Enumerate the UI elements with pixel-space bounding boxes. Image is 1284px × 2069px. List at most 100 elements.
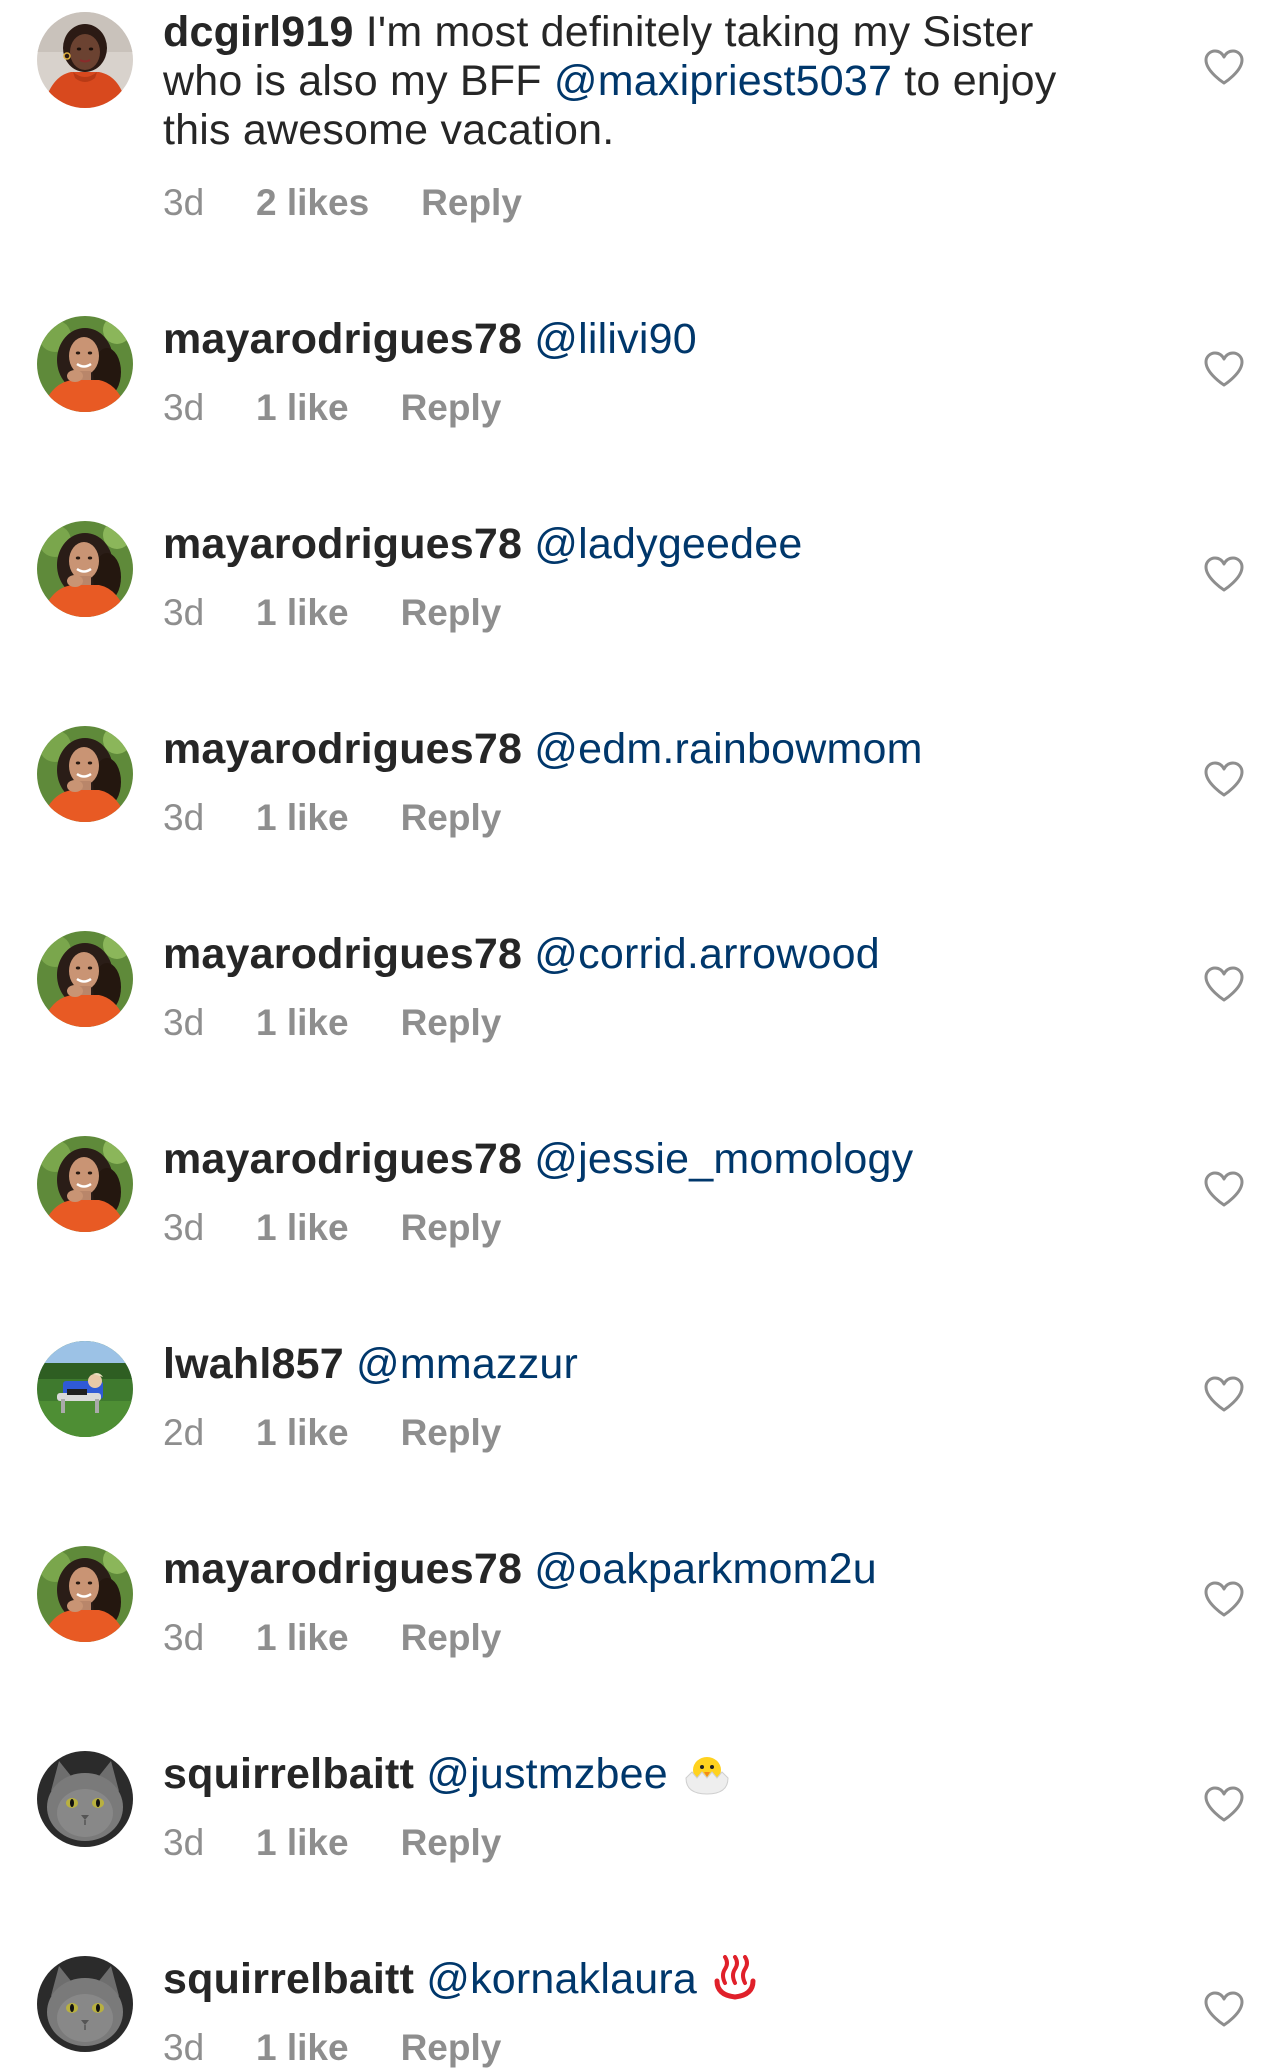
username[interactable]: squirrelbaitt (163, 1750, 414, 1798)
likes-count[interactable]: 1 like (256, 387, 349, 429)
comment-text: mayarodrigues78 @ladygeedee (163, 520, 1083, 569)
username[interactable]: mayarodrigues78 (163, 1135, 522, 1183)
comment-meta: 3d 1 like Reply (163, 1002, 501, 1044)
comment-text: lwahl857 @mmazzur (163, 1340, 1083, 1389)
timestamp: 3d (163, 1822, 205, 1863)
reply-button[interactable]: Reply (401, 1207, 502, 1249)
comment-meta: 3d 1 like Reply (163, 387, 501, 429)
likes-count[interactable]: 1 like (256, 1412, 349, 1454)
likes-count[interactable]: 1 like (256, 1822, 349, 1864)
username[interactable]: mayarodrigues78 (163, 520, 522, 568)
comment-meta: 3d 1 like Reply (163, 1617, 501, 1659)
heart-icon[interactable] (1203, 555, 1245, 593)
comment-text: dcgirl919 I'm most definitely taking my … (163, 8, 1083, 155)
reply-button[interactable]: Reply (401, 1412, 502, 1454)
comment-meta: 2d 1 like Reply (163, 1412, 501, 1454)
comment-item: mayarodrigues78 @ladygeedee 3d 1 like Repl… (0, 515, 1284, 715)
comment-meta: 3d 1 like Reply (163, 2027, 501, 2069)
mention-link[interactable]: @maxipriest5037 (554, 57, 892, 105)
hot-springs-emoji (709, 1955, 761, 2012)
mention-link[interactable]: @corrid.arrowood (534, 930, 880, 978)
likes-count[interactable]: 2 likes (256, 182, 369, 224)
comment-item: mayarodrigues78 @oakparkmom2u 3d 1 like Re… (0, 1540, 1284, 1740)
comment-item: lwahl857 @mmazzur 2d 1 like Reply (0, 1335, 1284, 1535)
heart-icon[interactable] (1203, 1785, 1245, 1823)
timestamp: 3d (163, 797, 205, 838)
timestamp: 3d (163, 1002, 205, 1043)
comment-item: mayarodrigues78 @corrid.arrowood 3d 1 lik… (0, 925, 1284, 1125)
comment-item: squirrelbaitt @justmzbee 3d 1 like Reply (0, 1745, 1284, 1945)
reply-button[interactable]: Reply (401, 387, 502, 429)
timestamp: 3d (163, 592, 205, 633)
heart-icon[interactable] (1203, 965, 1245, 1003)
avatar[interactable] (37, 1546, 133, 1642)
comment-text: squirrelbaitt @justmzbee (163, 1750, 1083, 1807)
username[interactable]: mayarodrigues78 (163, 725, 522, 773)
avatar[interactable] (37, 1136, 133, 1232)
reply-button[interactable]: Reply (401, 2027, 502, 2069)
mention-link[interactable]: @ladygeedee (534, 520, 802, 568)
timestamp: 2d (163, 1412, 205, 1453)
timestamp: 3d (163, 2027, 205, 2068)
username[interactable]: lwahl857 (163, 1340, 344, 1388)
likes-count[interactable]: 1 like (256, 2027, 349, 2069)
mention-link[interactable]: @oakparkmom2u (534, 1545, 877, 1593)
avatar[interactable] (37, 12, 133, 108)
avatar[interactable] (37, 521, 133, 617)
reply-button[interactable]: Reply (401, 1822, 502, 1864)
heart-icon[interactable] (1203, 760, 1245, 798)
reply-button[interactable]: Reply (401, 1002, 502, 1044)
heart-icon[interactable] (1203, 48, 1245, 86)
likes-count[interactable]: 1 like (256, 592, 349, 634)
comment-item: mayarodrigues78 @lilivi90 3d 1 like Reply (0, 310, 1284, 510)
avatar[interactable] (37, 1956, 133, 2052)
mention-link[interactable]: @kornaklaura (426, 1955, 697, 2003)
comment-text: mayarodrigues78 @corrid.arrowood (163, 930, 1083, 979)
likes-count[interactable]: 1 like (256, 1207, 349, 1249)
comment-list: dcgirl919 I'm most definitely taking my … (0, 0, 1284, 2068)
reply-button[interactable]: Reply (401, 1617, 502, 1659)
likes-count[interactable]: 1 like (256, 797, 349, 839)
timestamp: 3d (163, 1617, 205, 1658)
username[interactable]: squirrelbaitt (163, 1955, 414, 2003)
reply-button[interactable]: Reply (401, 797, 502, 839)
reply-button[interactable]: Reply (421, 182, 522, 224)
heart-icon[interactable] (1203, 350, 1245, 388)
mention-link[interactable]: @mmazzur (356, 1340, 578, 1388)
comment-meta: 3d 1 like Reply (163, 797, 501, 839)
likes-count[interactable]: 1 like (256, 1002, 349, 1044)
comment-meta: 3d 1 like Reply (163, 1207, 501, 1249)
heart-icon[interactable] (1203, 1580, 1245, 1618)
mention-link[interactable]: @lilivi90 (534, 315, 697, 363)
username[interactable]: mayarodrigues78 (163, 315, 522, 363)
comment-text: squirrelbaitt @kornaklaura (163, 1955, 1083, 2012)
username[interactable]: mayarodrigues78 (163, 930, 522, 978)
comment-text: mayarodrigues78 @edm.rainbowmom (163, 725, 1083, 774)
avatar[interactable] (37, 1751, 133, 1847)
reply-button[interactable]: Reply (401, 592, 502, 634)
timestamp: 3d (163, 1207, 205, 1248)
avatar[interactable] (37, 316, 133, 412)
comment-item: mayarodrigues78 @edm.rainbowmom 3d 1 like… (0, 720, 1284, 920)
comment-meta: 3d 2 likes Reply (163, 182, 522, 224)
timestamp: 3d (163, 182, 205, 223)
comment-meta: 3d 1 like Reply (163, 592, 501, 634)
likes-count[interactable]: 1 like (256, 1617, 349, 1659)
comment-item: dcgirl919 I'm most definitely taking my … (0, 0, 1284, 223)
mention-link[interactable]: @edm.rainbowmom (534, 725, 922, 773)
heart-icon[interactable] (1203, 1990, 1245, 2028)
username[interactable]: dcgirl919 (163, 8, 354, 56)
avatar[interactable] (37, 931, 133, 1027)
hatching-chick-emoji (680, 1750, 734, 1807)
mention-link[interactable]: @justmzbee (426, 1750, 668, 1798)
comment-meta: 3d 1 like Reply (163, 1822, 501, 1864)
avatar[interactable] (37, 1341, 133, 1437)
comment-text: mayarodrigues78 @lilivi90 (163, 315, 1083, 364)
heart-icon[interactable] (1203, 1170, 1245, 1208)
mention-link[interactable]: @jessie_momology (534, 1135, 913, 1183)
username[interactable]: mayarodrigues78 (163, 1545, 522, 1593)
comment-item: mayarodrigues78 @jessie_momology 3d 1 lik… (0, 1130, 1284, 1330)
heart-icon[interactable] (1203, 1375, 1245, 1413)
avatar[interactable] (37, 726, 133, 822)
comment-text: mayarodrigues78 @oakparkmom2u (163, 1545, 1083, 1594)
